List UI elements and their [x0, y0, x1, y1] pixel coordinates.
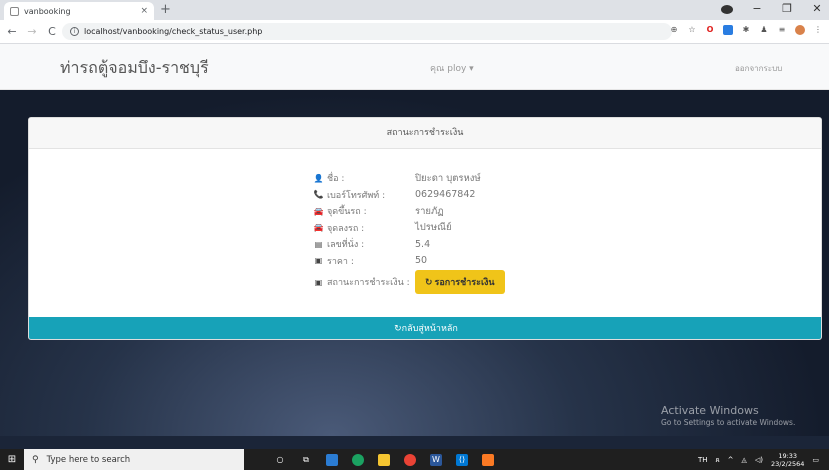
avatar[interactable] — [795, 25, 805, 35]
url-text: localhost/vanbooking/check_status_user.p… — [84, 27, 263, 36]
name-value: ปิยะดา บุตรหงษ์ — [415, 172, 481, 184]
car-icon: 🚘 — [313, 223, 324, 233]
new-tab-button[interactable]: + — [160, 2, 171, 17]
cortana-icon[interactable]: ○ — [274, 454, 286, 466]
reading-list-icon[interactable]: ≡ — [777, 25, 787, 35]
money-icon: ▣ — [314, 256, 323, 266]
detail-row-dropoff: 🚘 จุดลงรถ : ไปรษณีย์ — [313, 220, 505, 237]
edge-icon[interactable] — [326, 453, 338, 466]
network-icon[interactable]: ◬ — [742, 456, 747, 464]
volume-icon[interactable]: ◁) — [755, 456, 763, 464]
back-icon[interactable]: ← — [4, 25, 20, 38]
refresh-icon: ↻ — [425, 278, 433, 288]
detail-row-seat: ▤ เลขที่นั่ง : 5.4 — [313, 236, 505, 253]
extension-blue-icon[interactable] — [723, 25, 733, 35]
vscode-icon[interactable]: ⟨⟩ — [456, 453, 468, 466]
tab-title: vanbooking — [24, 6, 71, 16]
url-field[interactable]: i localhost/vanbooking/check_status_user… — [62, 23, 672, 40]
zoom-icon[interactable]: ⊕ — [669, 25, 679, 35]
detail-row-name: 👤 ชื่อ : ปิยะดา บุตรหงษ์ — [313, 170, 505, 187]
price-label: ราคา : — [327, 256, 354, 267]
back-to-home-button[interactable]: ↻กลับสู่หน้าหลัก — [29, 317, 821, 339]
name-label: ชื่อ : — [327, 174, 345, 185]
dropoff-label: จุดลงรถ : — [327, 223, 365, 234]
task-view-icon[interactable]: ⧉ — [300, 454, 312, 466]
back-button-label: กลับสู่หน้าหลัก — [401, 324, 458, 334]
status-value: รอการชำระเงิน — [434, 278, 495, 288]
car-icon: 🚘 — [313, 206, 324, 216]
price-value: 50 — [415, 255, 428, 267]
minimize-icon[interactable]: − — [751, 2, 763, 17]
info-icon[interactable]: i — [70, 27, 79, 36]
chrome-alt-icon[interactable] — [404, 453, 416, 466]
detail-row-pickup: 🚘 จุดขึ้นรถ : รายภัฏ — [313, 203, 505, 220]
pickup-label: จุดขึ้นรถ : — [327, 207, 367, 218]
watermark-subtitle: Go to Settings to activate Windows. — [661, 418, 796, 427]
clock[interactable]: 19:33 23/2/2564 — [771, 452, 804, 468]
window-controls: − ❐ ✕ — [721, 2, 823, 17]
notification-icon[interactable]: ▭ — [812, 456, 819, 464]
phone-label: เบอร์โทรศัพท์ : — [327, 190, 386, 201]
detail-row-phone: 📞 เบอร์โทรศัพท์ : 0629467842 — [313, 187, 505, 204]
language-indicator[interactable]: TH — [698, 456, 708, 464]
search-icon: ⚲ — [32, 454, 39, 465]
money-icon: ▣ — [314, 277, 323, 287]
activate-windows-watermark: Activate Windows Go to Settings to activ… — [661, 404, 795, 427]
pickup-value: รายภัฏ — [415, 205, 444, 217]
word-icon[interactable]: W — [430, 453, 442, 466]
taskbar-search[interactable]: ⚲ Type here to search — [24, 449, 244, 470]
chrome-icon[interactable] — [352, 453, 364, 466]
extension-person-icon[interactable]: ♟ — [759, 25, 769, 35]
site-navbar: ท่ารถตู้จอมบึง-ราชบุรี คุณ ploy ▾ ออกจาก… — [0, 44, 829, 90]
forward-icon[interactable]: → — [24, 25, 40, 38]
menu-icon[interactable]: ⋮ — [813, 25, 823, 35]
windows-start-icon[interactable]: ⊞ — [0, 454, 24, 465]
dropoff-value: ไปรษณีย์ — [415, 222, 452, 234]
reload-icon[interactable]: C — [44, 25, 60, 38]
phone-value: 0629467842 — [415, 189, 476, 201]
people-icon[interactable]: ጸ — [716, 456, 720, 465]
close-window-icon[interactable]: ✕ — [811, 2, 823, 17]
browser-tab[interactable]: vanbooking × — [4, 2, 154, 20]
details-list: 👤 ชื่อ : ปิยะดา บุตรหงษ์ 📞 เบอร์โทรศัพท์ :… — [313, 170, 505, 295]
seat-label: เลขที่นั่ง : — [327, 240, 365, 251]
address-bar-row: ← → C i localhost/vanbooking/check_statu… — [0, 20, 829, 44]
clock-time: 19:33 — [778, 452, 798, 460]
tab-close-icon[interactable]: × — [140, 6, 148, 16]
profile-icon[interactable] — [721, 2, 733, 17]
user-icon: 👤 — [313, 173, 324, 183]
detail-row-price: ▣ ราคา : 50 — [313, 253, 505, 270]
extensions: ⊕ ☆ O ✱ ♟ ≡ ⋮ — [669, 25, 823, 35]
bookmark-star-icon[interactable]: ☆ — [687, 25, 697, 35]
windows-taskbar: ⊞ ⚲ Type here to search ○ ⧉ W ⟨⟩ TH ጸ ^ … — [0, 449, 829, 470]
extension-puzzle-icon[interactable]: ✱ — [741, 25, 751, 35]
payment-status-button[interactable]: ↻ รอการชำระเงิน — [415, 270, 505, 294]
favicon-icon — [10, 6, 19, 16]
status-label: สถานะการชำระเงิน : — [327, 278, 410, 288]
detail-row-status: ▣ สถานะการชำระเงิน : ↻ รอการชำระเงิน — [313, 269, 505, 295]
payment-status-card: สถานะการชำระเงิน 👤 ชื่อ : ปิยะดา บุตรหงษ์… — [28, 117, 822, 340]
refresh-icon: ↻ — [394, 324, 402, 334]
site-brand[interactable]: ท่ารถตู้จอมบึง-ราชบุรี — [60, 56, 209, 81]
seat-card-icon: ▤ — [314, 239, 323, 249]
user-menu[interactable]: คุณ ploy ▾ — [430, 61, 474, 75]
tray-chevron-icon[interactable]: ^ — [728, 456, 734, 464]
xampp-icon[interactable] — [482, 453, 494, 466]
watermark-title: Activate Windows — [661, 404, 759, 417]
clock-date: 23/2/2564 — [771, 460, 805, 468]
taskbar-apps: ○ ⧉ W ⟨⟩ — [274, 453, 494, 466]
maximize-icon[interactable]: ❐ — [781, 2, 793, 17]
card-header: สถานะการชำระเงิน — [29, 118, 821, 149]
system-tray: TH ጸ ^ ◬ ◁) 19:33 23/2/2564 ▭ — [698, 452, 819, 468]
file-explorer-icon[interactable] — [378, 453, 390, 466]
opera-icon[interactable]: O — [705, 25, 715, 35]
browser-tabbar: vanbooking × + − ❐ ✕ — [0, 0, 829, 20]
search-placeholder: Type here to search — [46, 454, 131, 465]
phone-icon: 📞 — [313, 190, 324, 200]
seat-value: 5.4 — [415, 238, 431, 250]
logout-link[interactable]: ออกจากระบบ — [735, 62, 782, 75]
